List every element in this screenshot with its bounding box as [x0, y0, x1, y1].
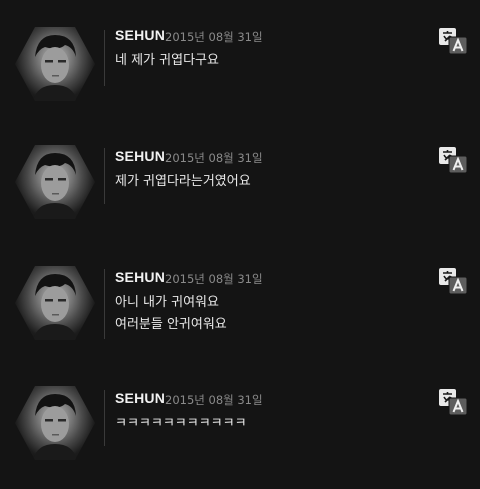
- post-date: 2015년 08월 31일: [165, 30, 263, 44]
- avatar[interactable]: [15, 27, 95, 101]
- author-name[interactable]: SEHUN: [115, 390, 165, 406]
- avatar-image: [33, 274, 77, 340]
- message-text: ㅋㅋㅋㅋㅋㅋㅋㅋㅋㅋㅋ: [115, 416, 247, 431]
- translate-icon: [439, 389, 468, 416]
- translate-button[interactable]: [438, 27, 468, 55]
- message-text: 네 제가 귀엽다구요: [115, 53, 219, 68]
- post-item: SEHUN 2015년 08월 31일 네 제가 귀엽다구요: [0, 0, 480, 118]
- translate-button[interactable]: [438, 146, 468, 174]
- translate-button[interactable]: [438, 388, 468, 416]
- message-text: 제가 귀엽다라는거였어요: [115, 174, 251, 189]
- avatar-image: [33, 35, 77, 101]
- avatar[interactable]: [15, 266, 95, 340]
- post-date: 2015년 08월 31일: [165, 272, 263, 286]
- post-item: SEHUN 2015년 08월 31일 제가 귀엽다라는거였어요: [0, 121, 480, 239]
- message-text: 아니 내가 귀여워요 여러분들 안귀여워요: [115, 295, 227, 332]
- avatar-image: [33, 394, 77, 460]
- divider: [104, 390, 105, 446]
- translate-icon: [439, 147, 468, 174]
- post-date: 2015년 08월 31일: [165, 393, 263, 407]
- author-name[interactable]: SEHUN: [115, 269, 165, 285]
- post-item: SEHUN 2015년 08월 31일 ㅋㅋㅋㅋㅋㅋㅋㅋㅋㅋㅋ: [0, 362, 480, 480]
- translate-button[interactable]: [438, 267, 468, 295]
- avatar[interactable]: [15, 386, 95, 460]
- author-name[interactable]: SEHUN: [115, 27, 165, 43]
- author-name[interactable]: SEHUN: [115, 148, 165, 164]
- divider: [104, 269, 105, 339]
- avatar[interactable]: [15, 145, 95, 219]
- avatar-image: [33, 153, 77, 219]
- post-date: 2015년 08월 31일: [165, 151, 263, 165]
- translate-icon: [439, 28, 468, 55]
- message-feed: SEHUN 2015년 08월 31일 네 제가 귀엽다구요 SEHUN 201…: [0, 0, 480, 489]
- divider: [104, 148, 105, 204]
- post-item: SEHUN 2015년 08월 31일 아니 내가 귀여워요 여러분들 안귀여워…: [0, 242, 480, 360]
- translate-icon: [439, 268, 468, 295]
- divider: [104, 30, 105, 86]
